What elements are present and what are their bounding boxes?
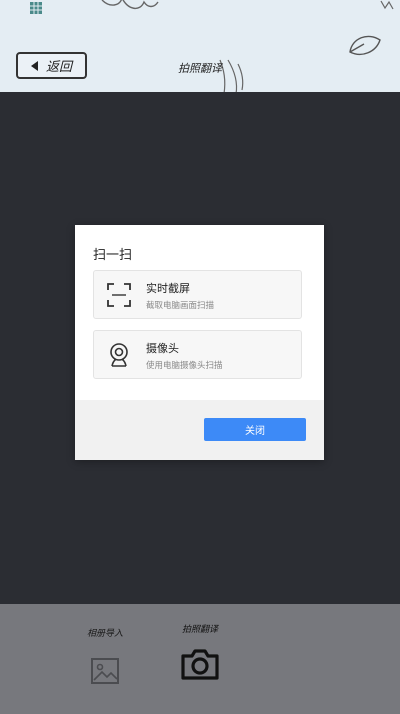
close-button[interactable]: 关闭	[204, 418, 306, 441]
image-icon	[91, 658, 119, 684]
screenshot-frame-icon	[107, 283, 131, 307]
camera-icon	[181, 649, 219, 680]
bottom-bar: 相册导入 拍照翻译	[0, 604, 400, 714]
header-bar: 返回 拍照翻译	[0, 0, 400, 95]
bunny-doodle-icon	[101, 0, 159, 9]
album-import-button[interactable]: 相册导入	[70, 626, 140, 689]
webcam-icon	[110, 343, 128, 367]
scan-dialog: 扫一扫 实时截屏 截取电脑画面扫描 摄像头 使用电脑摄像头扫描 关闭	[75, 225, 324, 460]
option-title: 实时截屏	[146, 282, 190, 295]
leaf-doodle-icon	[349, 35, 381, 56]
photo-translate-button[interactable]: 拍照翻译	[163, 622, 237, 685]
album-import-label: 相册导入	[86, 629, 123, 639]
app-root: 返回 拍照翻译 相册导入 拍照翻译 扫一扫 实时截屏 截取电脑画面扫描 摄像头 …	[0, 0, 400, 714]
dialog-footer: 关闭	[75, 400, 324, 460]
option-realtime-screenshot[interactable]: 实时截屏 截取电脑画面扫描	[93, 270, 302, 319]
page-title: 拍照翻译	[178, 62, 222, 75]
option-title: 摄像头	[146, 342, 179, 355]
fox-doodle-icon	[380, 0, 394, 10]
option-desc: 截取电脑画面扫描	[146, 301, 215, 311]
option-desc: 使用电脑摄像头扫描	[146, 361, 223, 371]
photo-translate-label: 拍照翻译	[181, 625, 218, 635]
grid-icon	[30, 2, 42, 14]
dialog-title: 扫一扫	[93, 248, 133, 263]
option-webcam[interactable]: 摄像头 使用电脑摄像头扫描	[93, 330, 302, 379]
